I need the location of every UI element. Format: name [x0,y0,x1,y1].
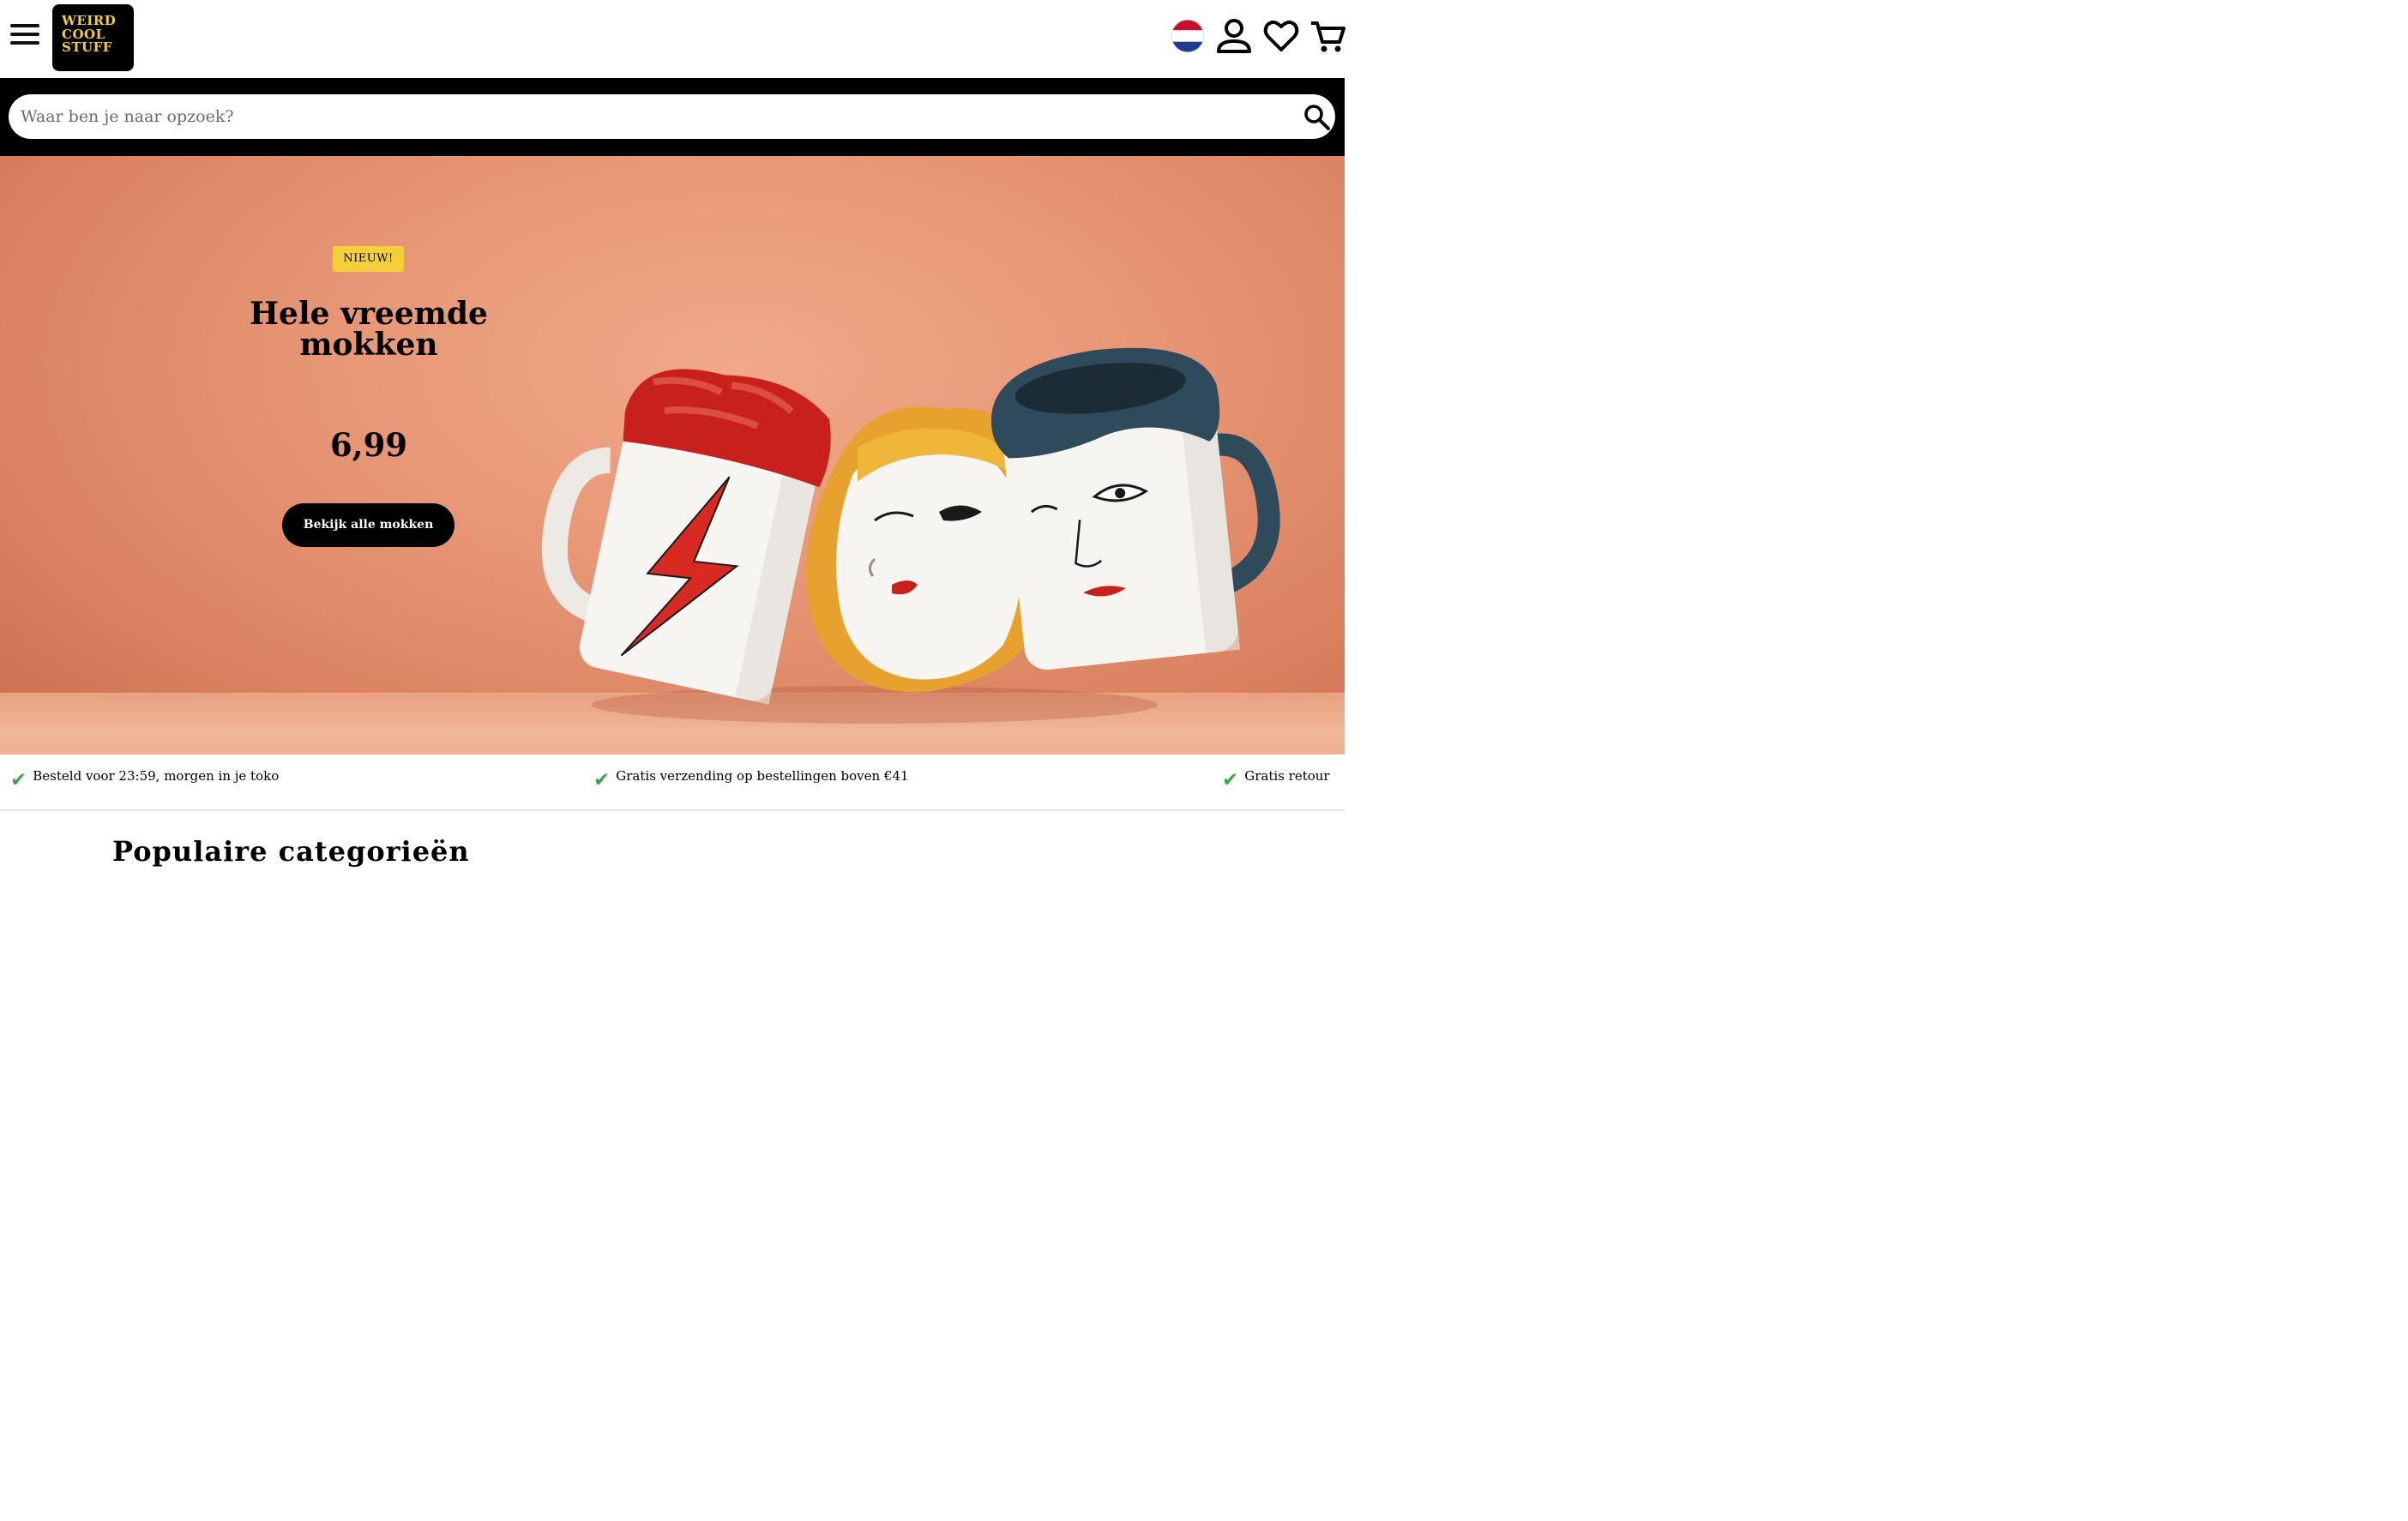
usp-item: ✔ Besteld voor 23:59, morgen in je toko [10,767,280,791]
hero-banner[interactable]: NIEUW! Hele vreemde mokken 6,99 Bekijk a… [0,156,1345,754]
usp-item: ✔ Gratis retour [1222,767,1330,791]
search-box [9,94,1335,139]
logo-line-3: STUFF [62,39,112,55]
usp-text: Gratis verzending op bestellingen boven … [616,768,909,784]
view-all-mugs-button[interactable]: Bekijk alle mokken [282,503,455,547]
netherlands-flag-icon[interactable] [1169,17,1207,55]
new-badge: NIEUW! [333,246,404,272]
mugs-image [541,347,1280,724]
check-icon: ✔ [593,769,611,791]
heart-icon[interactable] [1262,17,1300,55]
search-icon[interactable] [1303,103,1332,132]
usp-item: ✔ Gratis verzending op bestellingen bove… [593,767,909,791]
cart-icon[interactable] [1309,17,1346,55]
search-band [0,78,1345,156]
hero-price: 6,99 [329,426,408,464]
site-header: WEIRD COOL STUFF [0,0,1345,78]
logo[interactable]: WEIRD COOL STUFF [52,4,134,71]
search-input[interactable] [21,94,1290,139]
hero-title: Hele vreemde mokken [250,296,488,363]
usp-text: Gratis retour [1244,768,1330,784]
usp-bar: ✔ Besteld voor 23:59, morgen in je toko … [0,754,1345,811]
menu-icon[interactable] [10,24,41,50]
check-icon: ✔ [10,769,27,791]
usp-text: Besteld voor 23:59, morgen in je toko [33,768,280,784]
check-icon: ✔ [1222,769,1239,791]
account-icon[interactable] [1215,17,1253,55]
section-title: Populaire categorieën [112,835,470,868]
